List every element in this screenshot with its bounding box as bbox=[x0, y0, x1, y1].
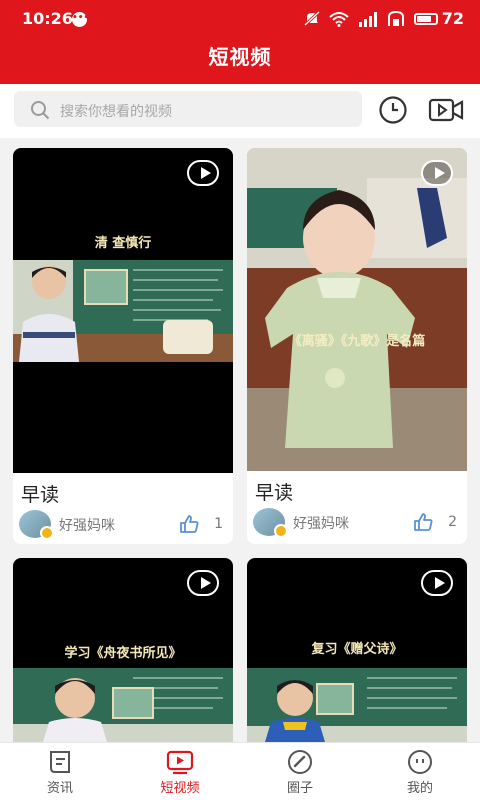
bottom-tab-bar: 资讯 短视频 圈子 我的 bbox=[0, 742, 480, 800]
play-icon[interactable] bbox=[421, 570, 453, 596]
hd-signal-icon bbox=[387, 10, 404, 26]
battery-indicator: 72 bbox=[413, 9, 464, 28]
avatar[interactable] bbox=[253, 508, 288, 538]
tab-label: 短视频 bbox=[160, 781, 200, 796]
battery-level: 72 bbox=[441, 9, 464, 28]
tab-circle[interactable]: 圈子 bbox=[240, 749, 360, 796]
classroom-scene-image bbox=[13, 668, 233, 742]
circle-icon bbox=[288, 750, 312, 774]
girl-in-dress-image bbox=[247, 148, 467, 471]
tab-label: 圈子 bbox=[286, 781, 313, 796]
video-thumbnail[interactable]: 复习《赠父诗》 bbox=[247, 558, 467, 742]
search-row: 搜索你想看的视频 bbox=[0, 84, 480, 138]
status-time: 10:26 bbox=[22, 9, 73, 28]
play-icon[interactable] bbox=[187, 570, 219, 596]
classroom-scene-image bbox=[13, 260, 233, 362]
author-name[interactable]: 好强妈咪 bbox=[293, 513, 349, 533]
video-card[interactable]: 清 查慎行 早读 好强妈咪 1 bbox=[13, 148, 233, 544]
author-name[interactable]: 好强妈咪 bbox=[59, 515, 115, 535]
play-icon[interactable] bbox=[187, 160, 219, 186]
video-thumbnail[interactable]: 《离骚》《九歌》是名篇 bbox=[247, 148, 467, 471]
like-count: 2 bbox=[448, 514, 457, 530]
video-play-icon bbox=[166, 750, 194, 775]
signal-icon bbox=[358, 11, 377, 27]
video-caption: 清 查慎行 bbox=[94, 236, 152, 251]
author-row: 好强妈咪 1 bbox=[19, 510, 223, 540]
classroom-scene-image bbox=[247, 668, 467, 742]
mute-icon bbox=[303, 10, 320, 26]
video-camera-icon[interactable] bbox=[428, 97, 464, 123]
tab-profile[interactable]: 我的 bbox=[360, 749, 480, 796]
author-row: 好强妈咪 2 bbox=[253, 508, 457, 538]
header-bar: 短视频 bbox=[0, 36, 480, 84]
status-icons: 72 bbox=[303, 9, 464, 28]
video-caption: 《离骚》《九歌》是名篇 bbox=[288, 334, 426, 349]
verified-badge-icon bbox=[40, 526, 54, 540]
tab-news[interactable]: 资讯 bbox=[0, 749, 120, 796]
thumbs-up-icon[interactable] bbox=[413, 512, 433, 532]
message-notification-icon: ••• bbox=[72, 12, 89, 27]
like-count: 1 bbox=[214, 516, 223, 532]
tab-label: 资讯 bbox=[46, 781, 73, 796]
video-card[interactable]: 复习《赠父诗》 bbox=[247, 558, 467, 742]
thumbs-up-icon[interactable] bbox=[179, 514, 199, 534]
tab-short-video[interactable]: 短视频 bbox=[120, 749, 240, 796]
wifi-icon bbox=[329, 11, 349, 27]
video-caption: 复习《赠父诗》 bbox=[311, 642, 403, 657]
news-icon bbox=[50, 751, 70, 773]
video-caption: 学习《舟夜书所见》 bbox=[64, 646, 182, 661]
status-bar: 10:26 ••• 72 bbox=[0, 0, 480, 36]
profile-icon bbox=[408, 750, 432, 774]
search-icon bbox=[31, 101, 50, 120]
history-clock-icon[interactable] bbox=[378, 95, 408, 125]
play-icon[interactable] bbox=[421, 160, 453, 186]
avatar[interactable] bbox=[19, 510, 54, 540]
search-placeholder: 搜索你想看的视频 bbox=[60, 104, 172, 120]
verified-badge-icon bbox=[274, 524, 288, 538]
page-title: 短视频 bbox=[208, 45, 272, 69]
video-title: 早读 bbox=[21, 484, 60, 506]
search-input[interactable]: 搜索你想看的视频 bbox=[14, 91, 362, 127]
video-thumbnail[interactable]: 学习《舟夜书所见》 bbox=[13, 558, 233, 742]
video-title: 早读 bbox=[255, 482, 294, 504]
video-thumbnail[interactable]: 清 查慎行 bbox=[13, 148, 233, 473]
video-card[interactable]: 学习《舟夜书所见》 bbox=[13, 558, 233, 742]
tab-label: 我的 bbox=[406, 781, 433, 796]
video-card[interactable]: 《离骚》《九歌》是名篇 早读 好强妈咪 2 bbox=[247, 148, 467, 544]
battery-icon bbox=[413, 12, 438, 25]
